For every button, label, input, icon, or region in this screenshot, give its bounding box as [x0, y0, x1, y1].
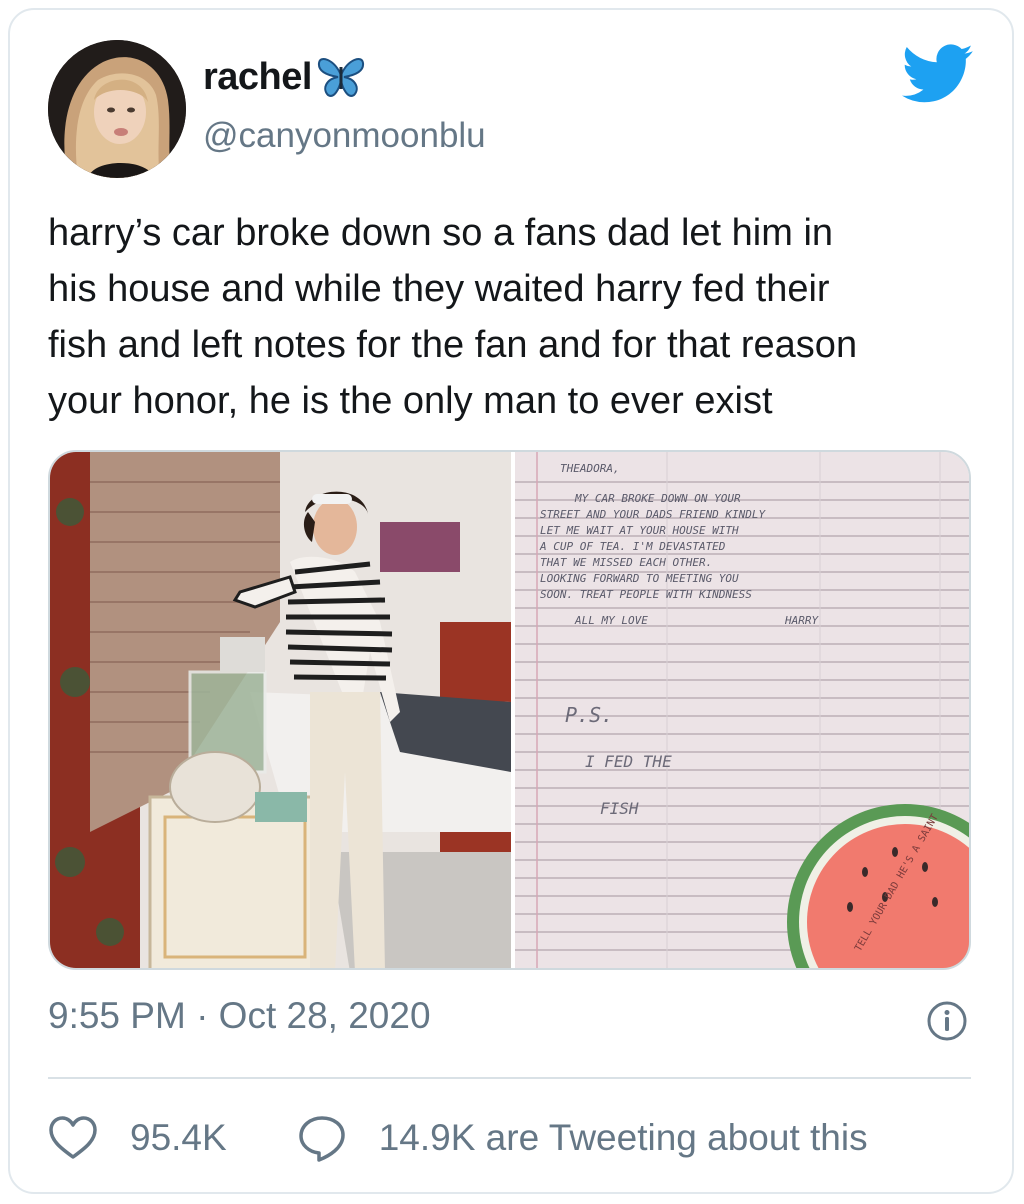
note-ps-line-1: I FED THE — [585, 752, 672, 771]
note-photo-image: THEADORA, MY CAR BROKE DOWN ON YOUR STRE… — [515, 452, 969, 968]
note-line-9: HARRY — [784, 614, 819, 627]
divider — [48, 1077, 971, 1079]
twitter-bird-icon[interactable] — [902, 44, 974, 104]
note-line-6: LOOKING FORWARD TO MEETING YOU — [540, 572, 739, 585]
tweet-actions: 95.4K 14.9K are Tweeting about this — [48, 1110, 868, 1166]
user-name-row[interactable]: rachel — [203, 55, 366, 99]
note-line-5: THAT WE MISSED EACH OTHER. — [540, 556, 712, 569]
note-ps-line-2: FISH — [600, 799, 639, 818]
tweet-media[interactable]: THEADORA, MY CAR BROKE DOWN ON YOUR STRE… — [48, 450, 971, 970]
note-line-8: ALL MY LOVE — [574, 614, 648, 627]
heart-icon[interactable] — [48, 1115, 98, 1161]
speech-bubble-icon[interactable] — [297, 1114, 347, 1162]
note-line-7: SOON. TREAT PEOPLE WITH KINDNESS — [540, 588, 752, 601]
butterfly-icon — [317, 58, 364, 97]
display-name[interactable]: rachel — [203, 56, 312, 99]
bedroom-photo-image — [50, 452, 511, 968]
like-count[interactable]: 95.4K — [130, 1117, 227, 1159]
note-ps: P.S. — [565, 703, 613, 727]
photo-handwritten-note[interactable]: THEADORA, MY CAR BROKE DOWN ON YOUR STRE… — [515, 452, 969, 968]
info-icon[interactable] — [926, 1000, 968, 1042]
avatar[interactable] — [48, 40, 186, 178]
photo-harry-bedroom[interactable] — [50, 452, 511, 968]
tweet-text: harry’s car broke down so a fans dad let… — [48, 212, 858, 422]
note-line-3: LET ME WAIT AT YOUR HOUSE WITH — [540, 524, 739, 537]
note-line-1: MY CAR BROKE DOWN ON YOUR — [574, 492, 741, 505]
tweeting-about-this-link[interactable]: 14.9K are Tweeting about this — [379, 1117, 868, 1159]
avatar-image — [48, 40, 186, 178]
note-line-4: A CUP OF TEA. I'M DEVASTATED — [539, 540, 726, 553]
tweet-timestamp[interactable]: 9:55 PM · Oct 28, 2020 — [48, 995, 431, 1037]
note-heading: THEADORA, — [560, 462, 620, 475]
user-handle[interactable]: @canyonmoonblu — [203, 116, 486, 156]
note-line-2: STREET AND YOUR DADS FRIEND KINDLY — [540, 508, 767, 521]
